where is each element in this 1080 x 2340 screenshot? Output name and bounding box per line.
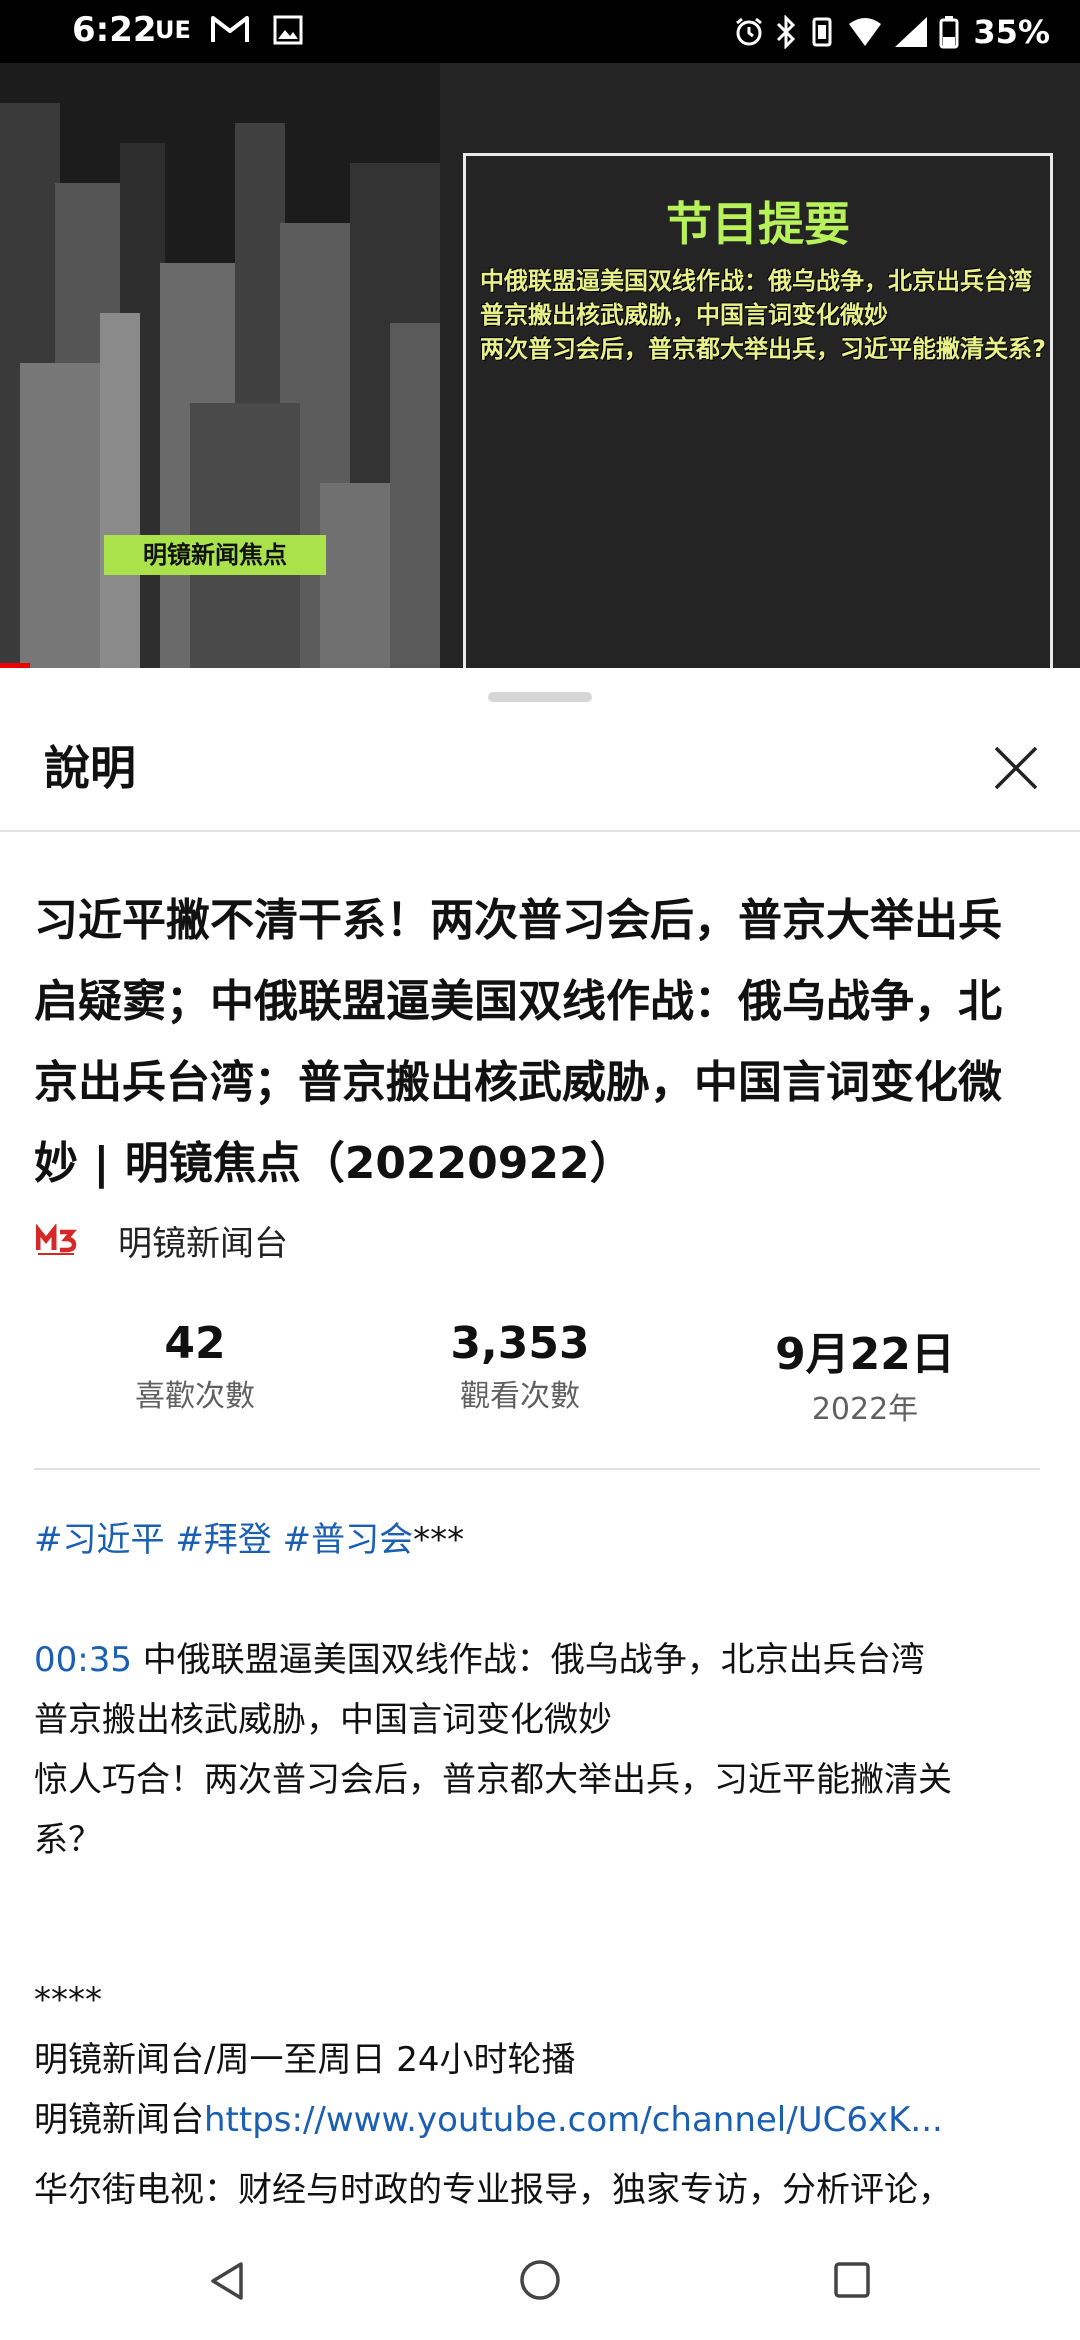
divider [34,1468,1040,1470]
hashtag-suffix: *** [413,1520,465,1560]
description-body: #习近平 #拜登 #普习会*** 00:35 中俄联盟逼美国双线作战：俄乌战争，… [34,1510,1044,2220]
hashtag-link[interactable]: #拜登 [175,1520,272,1560]
video-title: 习近平撇不清干系！两次普习会后，普京大举出兵启疑窦；中俄联盟逼美国双线作战：俄乌… [34,895,1002,1189]
summary-line: 中俄联盟逼美国双线作战：俄乌战争，北京出兵台湾 [480,267,1032,295]
likes-stat: 42 喜歡次數 [90,1318,300,1415]
description-line: 惊人巧合！两次普习会后，普京都大举出兵，习近平能撇清关 [34,1760,952,1800]
divider [0,830,1080,832]
views-count: 3,353 [450,1318,590,1369]
hashtag-link[interactable]: #普习会 [283,1520,414,1560]
city-skyline-image [0,63,440,668]
program-summary-box: 节目提要 中俄联盟逼美国双线作战：俄乌战争，北京出兵台湾 普京搬出核武威胁，中国… [463,153,1053,668]
channel-tag: 明镜新闻焦点 [104,535,326,575]
likes-count: 42 [164,1318,226,1369]
description-line: **** [34,1980,102,2020]
navigation-bar [0,2222,1080,2340]
channel-row[interactable]: 明镜新闻台 [36,1215,288,1265]
video-progress-bar[interactable] [0,663,30,668]
description-sheet: 說明 习近平撇不清干系！两次普习会后，普京大举出兵启疑窦；中俄联盟逼美国双线作战… [0,670,1080,2222]
description-line: 00:35 中俄联盟逼美国双线作战：俄乌战争，北京出兵台湾 [34,1630,1044,1690]
home-icon[interactable] [516,2256,564,2304]
drag-handle[interactable] [488,692,592,702]
channel-url-link[interactable]: https://www.youtube.com/channel/UC6xK... [204,2100,943,2140]
description-text: 明镜新闻台 [34,2100,204,2140]
description-line: 系？ [34,1820,102,1860]
views-stat: 3,353 觀看次數 [420,1318,620,1415]
timestamp-link[interactable]: 00:35 [34,1640,132,1680]
summary-title: 节目提要 [666,197,850,251]
recent-apps-icon[interactable] [830,2258,874,2302]
publish-date: 9月22日 [775,1329,955,1380]
date-stat: 9月22日 2022年 [760,1318,970,1428]
status-bar: 6:22 UE 35% [0,0,1080,63]
hashtag-row: #习近平 #拜登 #普习会*** [34,1510,1044,1570]
description-line: 华尔街电视：财经与时政的专业报导，独家专访，分析评论， [34,2170,952,2210]
back-icon[interactable] [205,2258,251,2304]
summary-line: 普京搬出核武威胁，中国言词变化微妙 [480,301,888,329]
wifi-icon [849,18,882,46]
video-player[interactable]: 节目提要 中俄联盟逼美国双线作战：俄乌战争，北京出兵台湾 普京搬出核武威胁，中国… [0,63,1080,668]
views-label: 觀看次數 [460,1379,580,1414]
bluetooth-icon [777,15,796,49]
description-line: 普京搬出核武威胁，中国言词变化微妙 [34,1700,612,1740]
channel-name[interactable]: 明镜新闻台 [118,1216,288,1265]
status-icons: 35% [733,10,1050,54]
battery-percent: 35% [973,13,1050,51]
description-line: 明镜新闻台https://www.youtube.com/channel/UC6… [34,2090,1044,2150]
alarm-icon [736,17,763,46]
summary-lines: 中俄联盟逼美国双线作战：俄乌战争，北京出兵台湾 普京搬出核武威胁，中国言词变化微… [480,264,1046,366]
description-line: 明镜新闻台/周一至周日 24小时轮播 [34,2040,576,2080]
battery-icon [939,16,959,49]
image-icon [273,15,303,45]
close-icon[interactable] [990,742,1042,794]
gmail-icon [211,16,249,42]
summary-line: 两次普习会后，普京都大举出兵，习近平能撇清关系? [480,335,1046,363]
hashtag-link[interactable]: #习近平 [34,1520,165,1560]
vibrate-icon [812,17,832,47]
status-time: 6:22 [72,10,157,50]
likes-label: 喜歡次數 [135,1379,255,1414]
signal-icon [895,17,928,47]
sheet-title: 說明 [44,741,136,795]
publish-year: 2022年 [811,1392,919,1427]
channel-logo-icon [36,1224,77,1255]
description-text: 中俄联盟逼美国双线作战：俄乌战争，北京出兵台湾 [131,1640,925,1680]
carrier-label: UE [155,16,191,44]
